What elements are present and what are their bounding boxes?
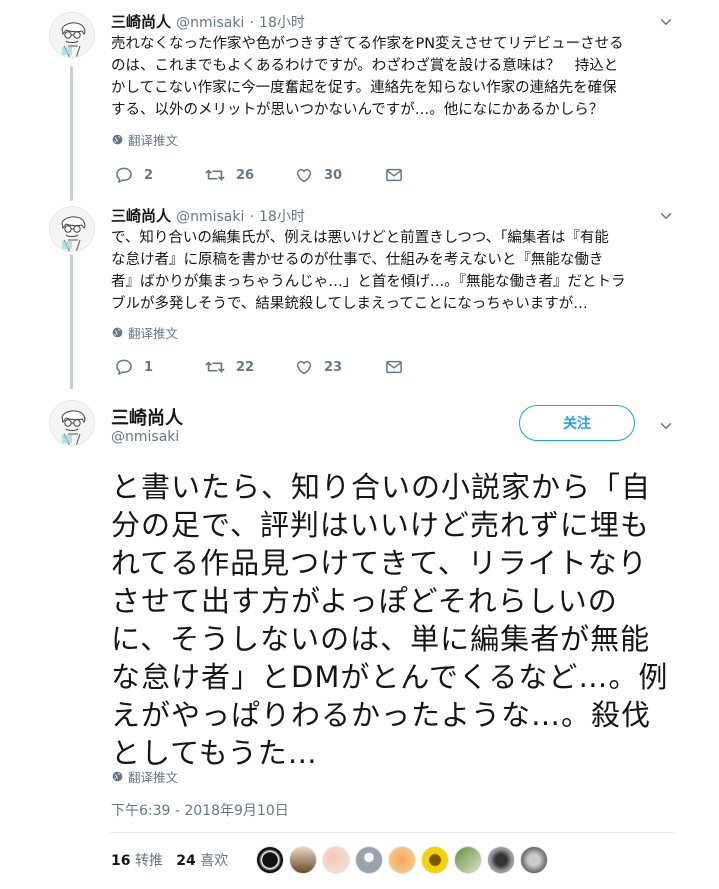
tweet-text: と書いたら、知り合いの小説家から「自 分の足で、評判はいいけど売れずに埋も れて… xyxy=(111,468,668,772)
retweet-total: 16 xyxy=(111,853,131,869)
like-icon xyxy=(294,165,314,185)
chevron-down-icon[interactable] xyxy=(656,206,676,226)
retweet-button[interactable]: 22 xyxy=(204,356,294,378)
separator-dot: · xyxy=(249,209,254,225)
avatar-image xyxy=(50,401,95,446)
display-name[interactable]: 三崎尚人 xyxy=(111,404,183,430)
tweet-header: 三崎尚人 @nmisaki · 18小时 xyxy=(111,205,305,226)
translate-link[interactable]: 翻译推文 xyxy=(111,130,178,149)
like-button[interactable]: 30 xyxy=(294,165,384,185)
tweet-time[interactable]: 18小时 xyxy=(259,209,305,225)
message-button[interactable] xyxy=(384,165,474,185)
tweet-text-line: する、以外のメリットが思いつかないんですが…。他になにかあるかしら？ xyxy=(111,102,604,118)
tweet-text-line: させて出す方がよっぽどそれらしいの xyxy=(111,584,618,618)
translate-label: 翻译推文 xyxy=(128,326,179,341)
username[interactable]: @nmisaki xyxy=(176,209,244,225)
tweet-text: で、知り合いの編集氏が、例えは悪いけどと前置きしつつ、「編集者は『有能 な怠け者… xyxy=(111,227,625,315)
translate-label: 翻译推文 xyxy=(128,770,179,785)
retweet-stat[interactable]: 16 转推 xyxy=(111,853,163,869)
tweet-timestamp[interactable]: 下午6:39 - 2018年9月10日 xyxy=(111,800,289,820)
tweet-stats: 16 转推 24 喜欢 xyxy=(111,850,228,870)
tweet-text-line: に、そうしないのは、単に編集者が無能 xyxy=(111,622,651,656)
display-name[interactable]: 三崎尚人 xyxy=(111,207,171,225)
tweet-text-line: と書いたら、知り合いの小説家から「自 xyxy=(111,470,652,504)
tweet-actions: 2 26 30 xyxy=(114,164,474,186)
liker-avatar[interactable] xyxy=(421,846,449,874)
liker-avatar[interactable] xyxy=(520,846,548,874)
liker-avatar[interactable] xyxy=(256,846,284,874)
chevron-down-icon[interactable] xyxy=(656,12,676,32)
tweet-text-line: 売れなくなった作家や色がつきすぎてる作家をPN変えさせてリデビューさせる xyxy=(111,36,624,52)
message-icon xyxy=(384,165,404,185)
like-stat[interactable]: 24 喜欢 xyxy=(176,853,228,869)
liker-avatar[interactable] xyxy=(355,846,383,874)
separator-dot: · xyxy=(249,15,254,31)
chevron-down-icon[interactable] xyxy=(656,416,676,436)
reply-count: 1 xyxy=(144,359,154,375)
tweet-text-line: かしてこない作家に今一度奮起を促す。連絡先を知らない作家の連絡先を確保 xyxy=(111,80,617,96)
like-count: 23 xyxy=(324,359,343,375)
reply-button[interactable]: 1 xyxy=(114,357,204,377)
like-total: 24 xyxy=(176,853,196,869)
retweet-count: 26 xyxy=(236,167,255,183)
like-button[interactable]: 23 xyxy=(294,357,384,377)
liker-avatars xyxy=(256,846,548,874)
translate-link[interactable]: 翻译推文 xyxy=(111,767,178,786)
tweet[interactable]: 三崎尚人 @nmisaki · 18小时 売れなくなった作家や色がつきすぎてる作… xyxy=(0,0,719,196)
translate-link[interactable]: 翻译推文 xyxy=(111,323,178,342)
retweet-count: 22 xyxy=(236,359,255,375)
retweet-button[interactable]: 26 xyxy=(204,164,294,186)
reply-icon xyxy=(114,165,134,185)
tweet-text-line: のは、これまでもよくあるわけですが。わざわざ賞を設ける意味は？ 持込と xyxy=(111,58,619,74)
tweet-text-line: 者』ばかりが集まっちゃうんじゃ…」と首を傾げ…。『無能な働き者』だとトラ xyxy=(111,274,626,290)
message-button[interactable] xyxy=(384,357,474,377)
liker-avatar[interactable] xyxy=(322,846,350,874)
display-name[interactable]: 三崎尚人 xyxy=(111,13,171,31)
avatar[interactable] xyxy=(49,400,95,446)
follow-button[interactable]: 关注 xyxy=(519,405,635,441)
avatar[interactable] xyxy=(49,12,95,58)
liker-avatar[interactable] xyxy=(487,846,515,874)
like-icon xyxy=(294,357,314,377)
avatar-image xyxy=(50,207,95,252)
globe-icon xyxy=(111,770,124,783)
tweet-text-line: ブルが多発しそうで、結果銃殺してしまえってことになっちゃいますが… xyxy=(111,296,588,312)
tweet[interactable]: 三崎尚人 @nmisaki · 18小时 で、知り合いの編集氏が、例えは悪いけど… xyxy=(0,196,719,392)
tweet-text: 売れなくなった作家や色がつきすぎてる作家をPN変えさせてリデビューさせる のは、… xyxy=(111,33,624,121)
liker-avatar[interactable] xyxy=(388,846,416,874)
divider xyxy=(110,832,675,833)
tweet-text-line: えがやっぱりわるかったような…。殺伐 xyxy=(111,698,652,732)
translate-label: 翻译推文 xyxy=(128,133,179,148)
globe-icon xyxy=(111,133,124,146)
avatar-image xyxy=(50,13,95,58)
main-tweet: 三崎尚人 @nmisaki 关注 と書いたら、知り合いの小説家から「自 分の足で… xyxy=(0,392,719,889)
retweet-icon xyxy=(204,164,226,186)
tweet-header: 三崎尚人 @nmisaki · 18小时 xyxy=(111,11,305,32)
username[interactable]: @nmisaki xyxy=(176,15,244,31)
tweet-text-line: れてる作品見つけてきて、リライトなり xyxy=(111,546,648,580)
globe-icon xyxy=(111,326,124,339)
tweet-time[interactable]: 18小时 xyxy=(259,15,305,31)
reply-icon xyxy=(114,357,134,377)
tweet-text-line: で、知り合いの編集氏が、例えは悪いけどと前置きしつつ、「編集者は『有能 xyxy=(111,230,609,246)
tweet-actions: 1 22 23 xyxy=(114,356,474,378)
reply-button[interactable]: 2 xyxy=(114,165,204,185)
tweet-text-line: な怠け者」とDMがとんでくるなど…。例 xyxy=(111,660,669,694)
liker-avatar[interactable] xyxy=(289,846,317,874)
username[interactable]: @nmisaki xyxy=(111,429,179,445)
tweet-text-line: としてもうた… xyxy=(111,736,318,770)
tweet-text-line: 分の足で、評判はいいけど売れずに埋も xyxy=(111,508,650,542)
retweet-icon xyxy=(204,356,226,378)
like-stat-label: 喜欢 xyxy=(200,853,229,869)
avatar[interactable] xyxy=(49,206,95,252)
reply-count: 2 xyxy=(144,167,154,183)
retweet-stat-label: 转推 xyxy=(134,853,163,869)
liker-avatar[interactable] xyxy=(454,846,482,874)
like-count: 30 xyxy=(324,167,343,183)
message-icon xyxy=(384,357,404,377)
tweet-text-line: な怠け者』に原稿を書かせるのが仕事で、仕組みを考えないと『無能な働き xyxy=(111,252,604,268)
